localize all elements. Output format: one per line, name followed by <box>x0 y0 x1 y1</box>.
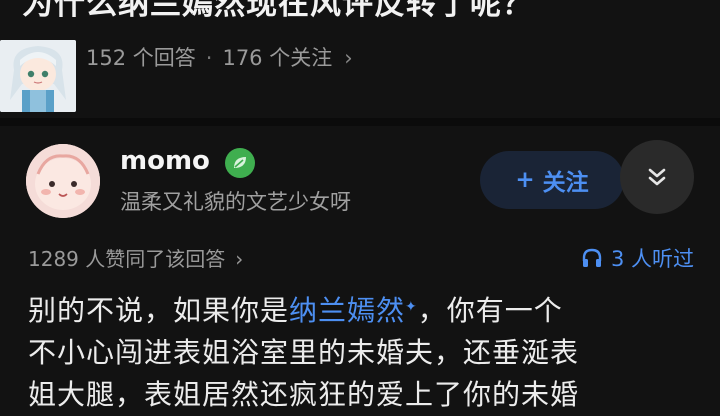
anime-sticker-avatar <box>0 40 76 112</box>
likes-text: 1289 人赞同了该回答 <box>28 247 226 271</box>
follower-count: 176 个关注 <box>222 46 333 70</box>
author-avatar[interactable] <box>26 144 100 218</box>
answer-line: 别的不说，如果你是纳兰嫣然✦，你有一个 <box>28 290 700 332</box>
likes-summary[interactable]: 1289 人赞同了该回答 › <box>28 243 243 272</box>
question-stats[interactable]: 152 个回答 · 176 个关注 › <box>86 42 353 72</box>
expand-more-button[interactable] <box>620 140 694 214</box>
listen-text: 3 人听过 <box>610 247 694 271</box>
double-chevron-down-icon <box>648 168 666 186</box>
author-name[interactable]: momo <box>120 146 210 176</box>
question-title[interactable]: 为什么纳兰嫣然现在风评反转了呢？ <box>22 0 534 23</box>
answer-text: 别的不说，如果你是 <box>28 294 290 327</box>
follow-label: 关注 <box>542 170 589 196</box>
follow-button[interactable]: + 关注 <box>480 151 624 209</box>
sparkle-icon: ✦ <box>405 299 418 315</box>
chevron-right-icon: › <box>235 247 244 271</box>
leaf-badge-icon <box>225 148 255 178</box>
plus-icon: + <box>515 167 535 193</box>
chevron-right-icon: › <box>344 46 353 70</box>
answer-line: 姐大腿，表姐居然还疯狂的爱上了你的未婚 <box>28 378 580 411</box>
answer-count: 152 个回答 <box>86 46 196 70</box>
listen-count[interactable]: 3 人听过 <box>581 243 694 273</box>
answer-text: ，你有一个 <box>417 294 563 327</box>
stats-separator: · <box>205 46 213 70</box>
topic-link[interactable]: 纳兰嫣然 <box>289 294 405 327</box>
author-bio: 温柔又礼貌的文艺少女呀 <box>120 190 351 214</box>
headphones-icon <box>582 248 602 267</box>
section-divider <box>0 118 720 126</box>
answer-body[interactable]: 别的不说，如果你是纳兰嫣然✦，你有一个 不小心闯进表姐浴室里的未婚夫，还垂涎表 … <box>28 290 700 416</box>
answer-line: 不小心闯进表姐浴室里的未婚夫，还垂涎表 <box>28 336 580 369</box>
